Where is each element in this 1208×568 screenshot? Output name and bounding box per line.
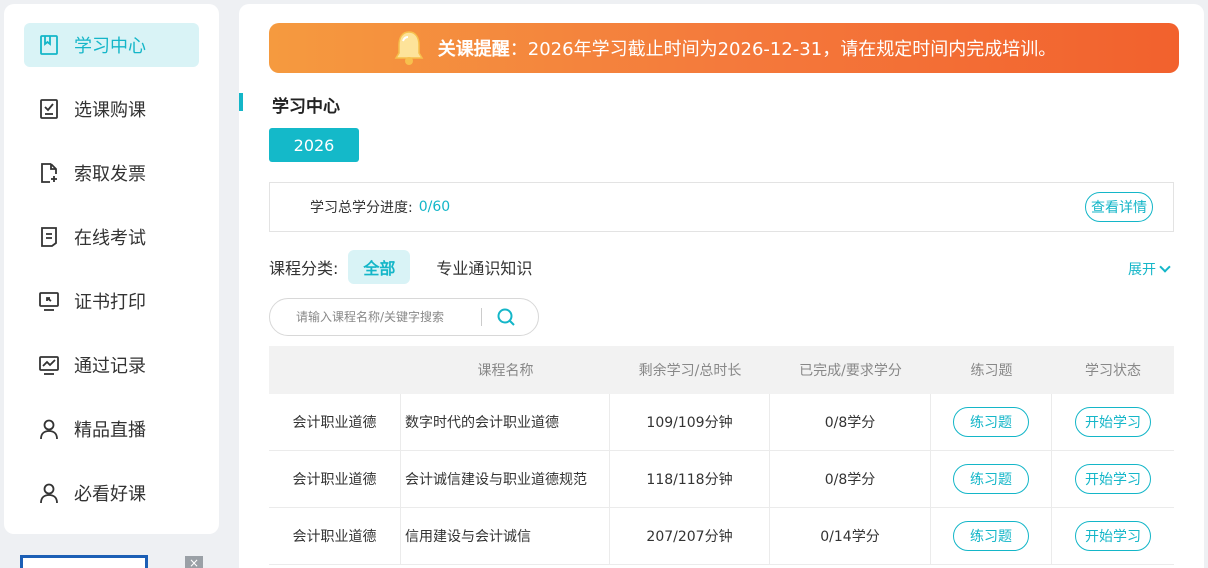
header-category [269,346,401,394]
reminder-banner: 关课提醒 ：2026年学习截止时间为2026-12-31，请在规定时间内完成培训… [269,23,1179,73]
user-icon [38,418,60,440]
start-learning-button[interactable]: 开始学习 [1075,407,1151,437]
cell-category: 会计职业道德 [269,451,401,507]
view-details-button[interactable]: 查看详情 [1085,192,1153,222]
sidebar-item-must-watch[interactable]: 必看好课 [24,471,199,515]
cell-credits: 0/14学分 [770,508,931,564]
course-table: 课程名称 剩余学习/总时长 已完成/要求学分 练习题 学习状态 会计职业道德 数… [269,346,1174,565]
sidebar: 学习中心 选课购课 索取发票 在线考试 证书打印 通过记录 精品直播 必看好课 [4,4,219,534]
sidebar-item-invoice[interactable]: 索取发票 [24,151,199,195]
progress-value: 0/60 [418,199,451,215]
credit-progress-panel: 学习总学分进度: 0/60 查看详情 [269,182,1174,232]
cell-course-name: 会计诚信建设与职业道德规范 [401,451,610,507]
start-learning-button[interactable]: 开始学习 [1075,521,1151,551]
practice-button[interactable]: 练习题 [953,464,1029,494]
header-practice: 练习题 [970,363,1013,379]
sidebar-item-live[interactable]: 精品直播 [24,407,199,451]
reminder-title: 关课提醒 [437,39,510,60]
table-row: 会计职业道德 信用建设与会计诚信 207/207分钟 0/14学分 练习题 开始… [269,508,1174,565]
cell-category: 会计职业道德 [269,508,401,564]
cell-practice: 练习题 [931,508,1052,564]
checklist-icon [38,98,60,120]
cell-duration: 109/109分钟 [610,394,770,450]
sidebar-item-label: 选课购课 [74,100,146,121]
section-marker [239,93,243,111]
progress-label: 学习总学分进度: [310,200,413,216]
sidebar-item-label: 索取发票 [74,164,146,185]
cell-credits: 0/8学分 [770,451,931,507]
bell-icon [394,31,424,65]
table-header: 课程名称 剩余学习/总时长 已完成/要求学分 练习题 学习状态 [269,346,1174,394]
invoice-add-icon [38,162,60,184]
cell-duration: 207/207分钟 [610,508,770,564]
cell-status: 开始学习 [1052,394,1174,450]
search-box [269,298,539,336]
start-learning-button[interactable]: 开始学习 [1075,464,1151,494]
ad-banner[interactable] [20,555,148,568]
cell-duration: 118/118分钟 [610,451,770,507]
cell-status: 开始学习 [1052,508,1174,564]
expand-button[interactable]: 展开 [1128,259,1171,279]
chart-record-icon [38,354,60,376]
search-icon[interactable] [496,307,516,327]
reminder-message: ：2026年学习截止时间为2026-12-31，请在规定时间内完成培训。 [509,39,1057,60]
header-duration: 剩余学习/总时长 [638,363,742,379]
category-filter: 课程分类: 全部 专业通识知识 展开 [269,249,1174,285]
cell-category: 会计职业道德 [269,394,401,450]
header-credits: 已完成/要求学分 [799,363,902,379]
header-course-name: 课程名称 [477,363,534,379]
category-label: 课程分类: [269,259,339,278]
cell-course-name: 数字时代的会计职业道德 [401,394,610,450]
exam-doc-icon [38,226,60,248]
year-tab-2026[interactable]: 2026 [269,128,359,162]
search-divider [481,308,482,326]
user-icon [38,482,60,504]
chevron-down-icon [1159,261,1171,273]
cell-practice: 练习题 [931,451,1052,507]
practice-button[interactable]: 练习题 [953,521,1029,551]
practice-button[interactable]: 练习题 [953,407,1029,437]
sidebar-item-label: 精品直播 [74,420,146,441]
sidebar-item-course-selection[interactable]: 选课购课 [24,87,199,131]
table-row: 会计职业道德 会计诚信建设与职业道德规范 118/118分钟 0/8学分 练习题… [269,451,1174,508]
sidebar-item-certificate[interactable]: 证书打印 [24,279,199,323]
page-title: 学习中心 [272,97,340,117]
sidebar-item-label: 证书打印 [74,292,146,313]
sidebar-item-pass-record[interactable]: 通过记录 [24,343,199,387]
cell-course-name: 信用建设与会计诚信 [401,508,610,564]
cell-credits: 0/8学分 [770,394,931,450]
cell-status: 开始学习 [1052,451,1174,507]
category-general-knowledge[interactable]: 专业通识知识 [436,255,532,279]
search-input[interactable] [296,310,481,324]
sidebar-item-label: 学习中心 [74,36,146,57]
certificate-icon [38,290,60,312]
cell-practice: 练习题 [931,394,1052,450]
sidebar-item-label: 必看好课 [74,484,146,505]
sidebar-item-label: 在线考试 [74,228,146,249]
main-content: 关课提醒 ：2026年学习截止时间为2026-12-31，请在规定时间内完成培训… [239,4,1204,568]
expand-label: 展开 [1128,262,1156,278]
bookmark-book-icon [38,34,60,56]
category-all[interactable]: 全部 [348,250,411,284]
sidebar-item-label: 通过记录 [74,356,146,377]
sidebar-item-learning-center[interactable]: 学习中心 [24,23,199,67]
header-status: 学习状态 [1085,363,1141,379]
close-icon[interactable]: × [185,556,203,568]
sidebar-item-online-exam[interactable]: 在线考试 [24,215,199,259]
table-row: 会计职业道德 数字时代的会计职业道德 109/109分钟 0/8学分 练习题 开… [269,394,1174,451]
